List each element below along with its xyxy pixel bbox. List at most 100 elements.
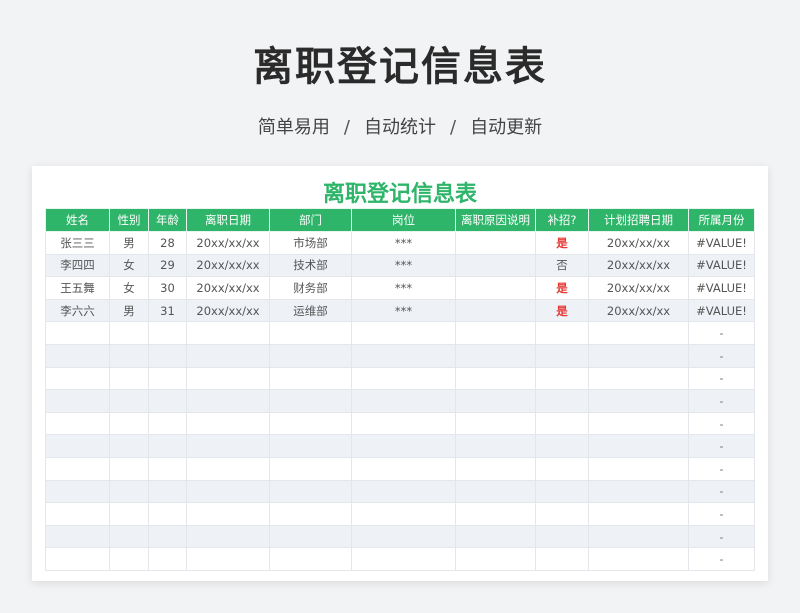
department-cell[interactable] xyxy=(269,502,352,526)
department-cell[interactable]: 市场部 xyxy=(269,231,352,255)
name-cell[interactable] xyxy=(45,411,110,436)
name-cell[interactable] xyxy=(45,321,110,345)
plan-date-cell[interactable] xyxy=(588,502,689,526)
gender-cell[interactable] xyxy=(109,547,149,571)
leave-date-cell[interactable]: 20xx/xx/xx xyxy=(186,276,270,300)
age-cell[interactable]: 30 xyxy=(148,276,187,300)
plan-date-cell[interactable]: 20xx/xx/xx xyxy=(588,231,689,255)
header-plan-date[interactable]: 计划招聘日期 xyxy=(588,208,689,232)
age-cell[interactable] xyxy=(148,456,187,481)
name-cell[interactable] xyxy=(45,547,110,571)
name-cell[interactable] xyxy=(45,456,110,481)
reason-cell[interactable] xyxy=(455,524,536,549)
month-cell[interactable]: #VALUE! xyxy=(688,253,755,278)
header-age[interactable]: 年龄 xyxy=(148,208,187,232)
department-cell[interactable] xyxy=(269,434,352,458)
leave-date-cell[interactable] xyxy=(186,343,270,368)
department-cell[interactable] xyxy=(269,389,352,413)
age-cell[interactable] xyxy=(148,343,187,368)
month-cell[interactable]: #VALUE! xyxy=(688,276,755,300)
position-cell[interactable] xyxy=(351,366,456,391)
header-name[interactable]: 姓名 xyxy=(45,208,110,232)
department-cell[interactable] xyxy=(269,321,352,345)
header-leave-date[interactable]: 离职日期 xyxy=(186,208,270,232)
leave-date-cell[interactable]: 20xx/xx/xx xyxy=(186,253,270,278)
leave-date-cell[interactable] xyxy=(186,411,270,436)
gender-cell[interactable]: 男 xyxy=(109,298,149,323)
age-cell[interactable]: 28 xyxy=(148,231,187,255)
position-cell[interactable] xyxy=(351,389,456,413)
rehire-cell[interactable] xyxy=(535,389,589,413)
plan-date-cell[interactable] xyxy=(588,547,689,571)
rehire-cell[interactable] xyxy=(535,524,589,549)
rehire-cell[interactable]: 是 xyxy=(535,298,589,323)
month-cell[interactable]: - xyxy=(688,524,755,549)
position-cell[interactable] xyxy=(351,343,456,368)
plan-date-cell[interactable]: 20xx/xx/xx xyxy=(588,298,689,323)
reason-cell[interactable] xyxy=(455,366,536,391)
department-cell[interactable] xyxy=(269,456,352,481)
plan-date-cell[interactable]: 20xx/xx/xx xyxy=(588,276,689,300)
reason-cell[interactable] xyxy=(455,434,536,458)
gender-cell[interactable] xyxy=(109,389,149,413)
department-cell[interactable]: 财务部 xyxy=(269,276,352,300)
month-cell[interactable]: - xyxy=(688,411,755,436)
rehire-cell[interactable] xyxy=(535,479,589,504)
leave-date-cell[interactable] xyxy=(186,321,270,345)
gender-cell[interactable] xyxy=(109,411,149,436)
gender-cell[interactable] xyxy=(109,321,149,345)
rehire-cell[interactable] xyxy=(535,321,589,345)
age-cell[interactable] xyxy=(148,411,187,436)
leave-date-cell[interactable]: 20xx/xx/xx xyxy=(186,298,270,323)
age-cell[interactable] xyxy=(148,321,187,345)
leave-date-cell[interactable] xyxy=(186,502,270,526)
month-cell[interactable]: - xyxy=(688,321,755,345)
position-cell[interactable] xyxy=(351,502,456,526)
reason-cell[interactable] xyxy=(455,276,536,300)
reason-cell[interactable] xyxy=(455,231,536,255)
gender-cell[interactable] xyxy=(109,366,149,391)
plan-date-cell[interactable] xyxy=(588,479,689,504)
rehire-cell[interactable]: 是 xyxy=(535,231,589,255)
gender-cell[interactable] xyxy=(109,456,149,481)
age-cell[interactable] xyxy=(148,502,187,526)
department-cell[interactable]: 运维部 xyxy=(269,298,352,323)
age-cell[interactable]: 29 xyxy=(148,253,187,278)
name-cell[interactable]: 李四四 xyxy=(45,253,110,278)
position-cell[interactable] xyxy=(351,411,456,436)
gender-cell[interactable] xyxy=(109,434,149,458)
reason-cell[interactable] xyxy=(455,456,536,481)
rehire-cell[interactable] xyxy=(535,547,589,571)
name-cell[interactable] xyxy=(45,389,110,413)
gender-cell[interactable] xyxy=(109,524,149,549)
plan-date-cell[interactable] xyxy=(588,389,689,413)
reason-cell[interactable] xyxy=(455,547,536,571)
leave-date-cell[interactable] xyxy=(186,479,270,504)
month-cell[interactable]: - xyxy=(688,502,755,526)
reason-cell[interactable] xyxy=(455,479,536,504)
rehire-cell[interactable]: 是 xyxy=(535,276,589,300)
gender-cell[interactable]: 女 xyxy=(109,253,149,278)
gender-cell[interactable]: 女 xyxy=(109,276,149,300)
rehire-cell[interactable] xyxy=(535,343,589,368)
position-cell[interactable] xyxy=(351,524,456,549)
name-cell[interactable]: 王五舞 xyxy=(45,276,110,300)
rehire-cell[interactable] xyxy=(535,502,589,526)
leave-date-cell[interactable] xyxy=(186,456,270,481)
leave-date-cell[interactable]: 20xx/xx/xx xyxy=(186,231,270,255)
name-cell[interactable]: 张三三 xyxy=(45,231,110,255)
reason-cell[interactable] xyxy=(455,253,536,278)
name-cell[interactable] xyxy=(45,479,110,504)
department-cell[interactable] xyxy=(269,479,352,504)
leave-date-cell[interactable] xyxy=(186,524,270,549)
reason-cell[interactable] xyxy=(455,411,536,436)
header-gender[interactable]: 性别 xyxy=(109,208,149,232)
position-cell[interactable]: *** xyxy=(351,231,456,255)
plan-date-cell[interactable] xyxy=(588,524,689,549)
gender-cell[interactable] xyxy=(109,502,149,526)
position-cell[interactable] xyxy=(351,434,456,458)
department-cell[interactable] xyxy=(269,343,352,368)
month-cell[interactable]: - xyxy=(688,547,755,571)
department-cell[interactable]: 技术部 xyxy=(269,253,352,278)
plan-date-cell[interactable] xyxy=(588,456,689,481)
